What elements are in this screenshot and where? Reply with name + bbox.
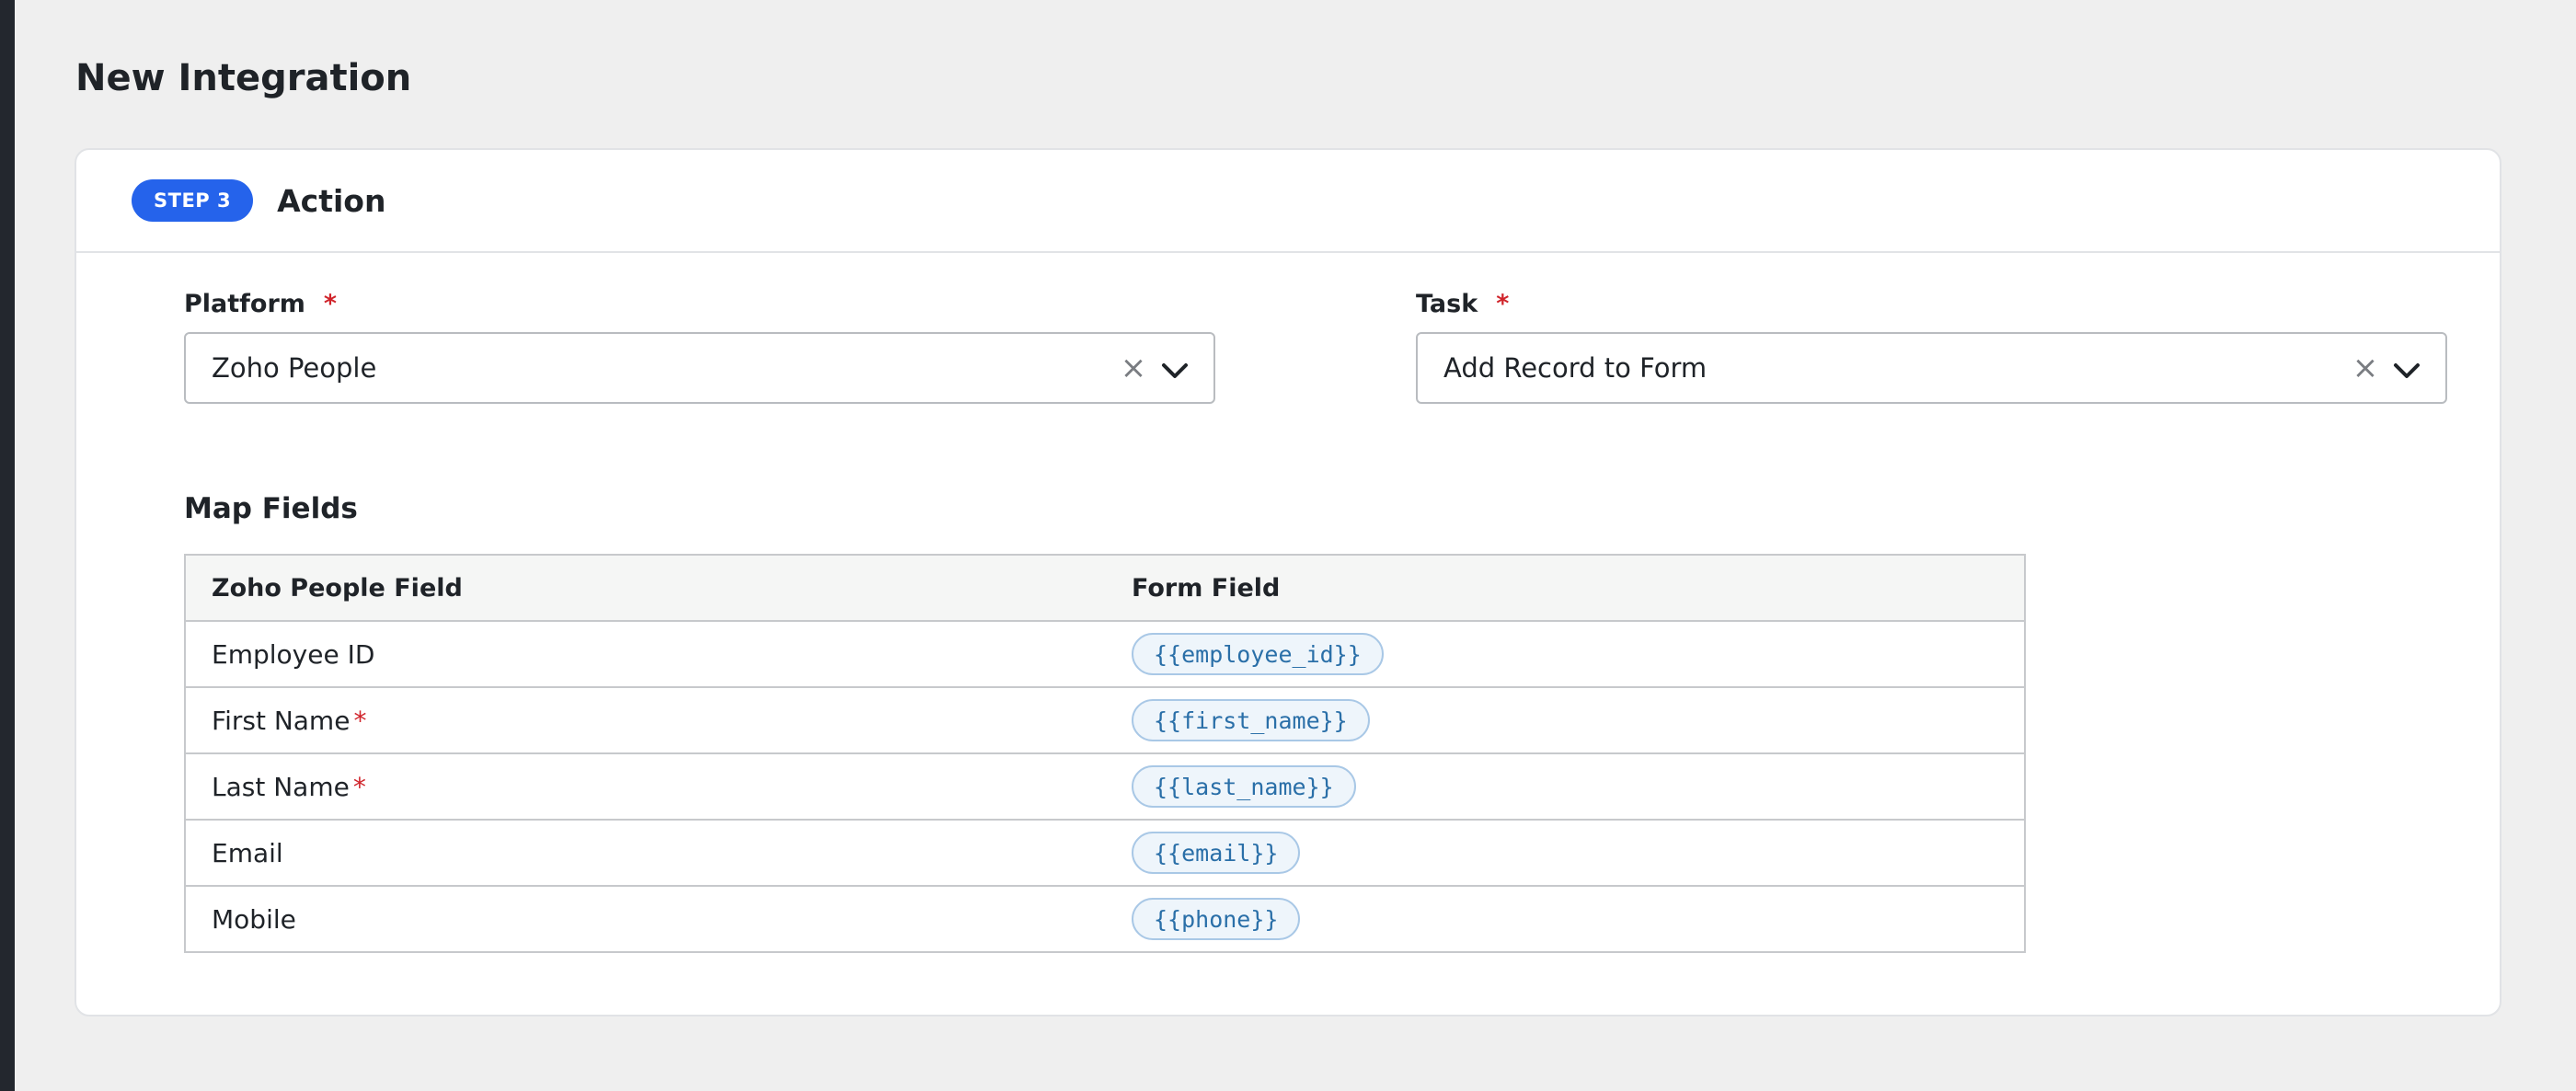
platform-select[interactable]: Zoho People × [184,332,1215,404]
platform-label: Platform * [184,288,1215,321]
close-icon[interactable]: × [2352,352,2379,384]
form-field-cell: {{email}} [1106,820,2025,887]
close-icon[interactable]: × [1120,352,1147,384]
task-field: Task * Add Record to Form × [1416,288,2447,404]
token-pill[interactable]: {{first_name}} [1132,699,1370,741]
zoho-field-cell: Last Name * [185,753,1106,821]
field-name: First Name [212,705,351,736]
token-pill[interactable]: {{last_name}} [1132,765,1356,808]
platform-field: Platform * Zoho People × [184,288,1215,404]
step-badge: STEP 3 [132,179,254,222]
field-mapping-table: Zoho People Field Form Field Employee ID… [184,554,2026,953]
left-sidebar-strip [0,0,15,1091]
step-card: STEP 3 Action Platform * Zoho People × Ta… [75,148,2501,1016]
table-row: Mobile {{phone}} [185,886,2025,953]
column-header-zoho-field: Zoho People Field [185,555,1106,622]
zoho-field-cell: Email [185,820,1106,887]
chevron-down-icon[interactable] [2392,358,2421,384]
table-header-row: Zoho People Field Form Field [185,555,2025,622]
page-title: New Integration [75,57,412,99]
zoho-field-cell: Mobile [185,886,1106,953]
platform-label-text: Platform [184,290,305,318]
required-marker: * [323,290,338,318]
table-row: First Name * {{first_name}} [185,687,2025,754]
table-row: Email {{email}} [185,820,2025,887]
map-fields-title: Map Fields [184,492,358,525]
field-name: Last Name [212,771,350,802]
field-name: Mobile [212,903,296,935]
table-row: Last Name * {{last_name}} [185,753,2025,821]
table-row: Employee ID {{employee_id}} [185,621,2025,688]
token-pill[interactable]: {{phone}} [1132,898,1301,940]
form-field-cell: {{first_name}} [1106,687,2025,754]
field-name: Email [212,837,283,868]
required-marker: * [1496,290,1510,318]
step-header: STEP 3 Action [76,150,2500,253]
token-pill[interactable]: {{employee_id}} [1132,633,1384,675]
form-field-cell: {{last_name}} [1106,753,2025,821]
task-select-value: Add Record to Form [1443,352,1708,384]
token-pill[interactable]: {{email}} [1132,832,1301,874]
zoho-field-cell: First Name * [185,687,1106,754]
chevron-down-icon[interactable] [1160,358,1190,384]
task-label: Task * [1416,288,2447,321]
task-select[interactable]: Add Record to Form × [1416,332,2447,404]
column-header-form-field: Form Field [1106,555,2025,622]
zoho-field-cell: Employee ID [185,621,1106,688]
required-marker: * [352,771,366,802]
form-field-cell: {{employee_id}} [1106,621,2025,688]
required-marker: * [353,705,367,736]
form-field-cell: {{phone}} [1106,886,2025,953]
platform-select-value: Zoho People [212,352,377,384]
task-label-text: Task [1416,290,1478,318]
field-name: Employee ID [212,638,375,670]
step-title: Action [277,182,386,219]
